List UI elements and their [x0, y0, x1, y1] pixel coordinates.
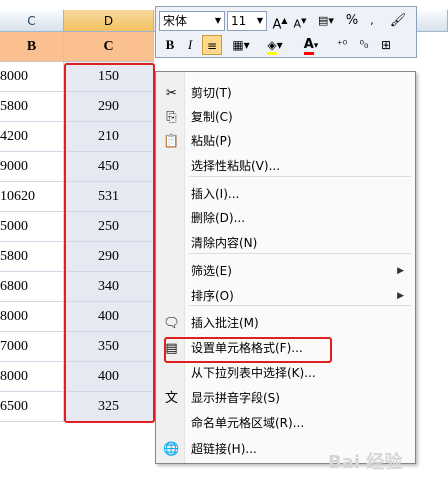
menu-separator	[189, 305, 411, 306]
phonetic-icon: 文	[164, 391, 178, 406]
column-header-c[interactable]: C	[0, 10, 64, 32]
align-center-icon[interactable]: ≡	[202, 35, 222, 55]
menu-item-label: 筛选(E)	[191, 264, 232, 278]
format-painter-icon[interactable]: 🖌	[388, 11, 408, 31]
scissors-icon: ✂	[166, 86, 177, 101]
submenu-arrow-icon: ▶	[397, 266, 404, 276]
cell-b-row-12[interactable]: 6500	[0, 392, 64, 422]
currency-format-icon[interactable]: ▤▾	[313, 11, 339, 31]
increase-decimal-icon[interactable]: ⁺⁰	[332, 35, 352, 55]
cell-b-row-5[interactable]: 10620	[0, 182, 64, 212]
menu-item-label: 插入(I)...	[191, 187, 240, 201]
menu-item-label: 命名单元格区域(R)...	[191, 416, 305, 430]
grow-font-icon[interactable]: A▲	[270, 11, 290, 32]
menu-item-label: 剪切(T)	[191, 86, 232, 100]
menu-item-label: 复制(C)	[191, 110, 233, 124]
menu-item-10[interactable]: 🗨 插入批注(M)	[158, 312, 414, 335]
comment-icon: 🗨	[163, 316, 180, 331]
context-menu: ✂ 剪切(T) ⎘ 复制(C) 📋 粘贴(P) 选择性粘贴(V)... 插入(I)... 删除(…	[155, 71, 416, 464]
shrink-font-icon[interactable]: A▼	[290, 11, 310, 31]
cell-b-row-8[interactable]: 6800	[0, 272, 64, 302]
hyperlink-icon: 🌐	[163, 442, 180, 457]
header-cell-b[interactable]: B	[0, 32, 64, 62]
fill-color-icon[interactable]: ◈▾	[260, 35, 290, 55]
menu-item-6[interactable]: 删除(D)...	[158, 207, 414, 230]
menu-item-label: 选择性粘贴(V)...	[191, 159, 281, 173]
menu-item-2[interactable]: ⎘ 复制(C)	[158, 106, 414, 129]
watermark: Bai 经验	[328, 452, 403, 473]
cell-b-row-9[interactable]: 8000	[0, 302, 64, 332]
italic-button[interactable]: I	[180, 35, 200, 55]
selection-highlight	[64, 63, 155, 423]
percent-button[interactable]: %	[342, 11, 362, 31]
font-name-value: 宋体	[163, 14, 188, 28]
font-size-box[interactable]: 11 ▼	[227, 11, 267, 31]
menu-item-4[interactable]: 选择性粘贴(V)...	[158, 155, 414, 178]
menu-separator	[189, 176, 411, 177]
format-cells-highlight	[164, 337, 332, 363]
menu-item-label: 从下拉列表中选择(K)...	[191, 366, 316, 380]
cell-b-row-1[interactable]: 8000	[0, 62, 64, 92]
menu-item-3[interactable]: 📋 粘贴(P)	[158, 130, 414, 153]
font-name-box[interactable]: 宋体 ▼	[159, 11, 225, 31]
borders-icon[interactable]: ▦▾	[226, 35, 256, 55]
menu-item-label: 粘贴(P)	[191, 134, 232, 148]
font-color-icon[interactable]: A▾	[296, 35, 326, 55]
menu-item-label: 清除内容(N)	[191, 236, 258, 250]
cell-b-row-4[interactable]: 9000	[0, 152, 64, 182]
menu-item-1[interactable]: ✂ 剪切(T)	[158, 82, 414, 105]
cell-b-row-6[interactable]: 5000	[0, 212, 64, 242]
chevron-down-icon: ▼	[256, 16, 263, 25]
cell-b-row-3[interactable]: 4200	[0, 122, 64, 152]
paste-icon: 📋	[163, 134, 180, 149]
menu-item-8[interactable]: 筛选(E) ▶	[158, 260, 414, 283]
column-header-d[interactable]: D	[64, 10, 154, 32]
cell-b-row-2[interactable]: 5800	[0, 92, 64, 122]
menu-separator	[189, 253, 411, 254]
menu-item-13[interactable]: 文显示拼音字段(S)	[158, 387, 414, 410]
font-size-value: 11	[231, 14, 247, 28]
chevron-down-icon: ▼	[214, 16, 221, 25]
comma-style-icon[interactable]: ,	[362, 11, 382, 31]
header-cell-c[interactable]: C	[64, 32, 154, 62]
menu-item-label: 超链接(H)...	[191, 442, 257, 456]
menu-item-12[interactable]: 从下拉列表中选择(K)...	[158, 362, 414, 385]
cell-b-row-11[interactable]: 8000	[0, 362, 64, 392]
menu-item-5[interactable]: 插入(I)...	[158, 183, 414, 206]
mini-toolbar: 宋体 ▼ 11 ▼ A▲ A▼ ▤▾ % , 🖌 B I ≡ ▦▾ ◈▾ A▾ …	[155, 6, 417, 58]
copy-icon: ⎘	[166, 110, 177, 125]
cell-b-row-10[interactable]: 7000	[0, 332, 64, 362]
cell-b-row-7[interactable]: 5800	[0, 242, 64, 272]
decrease-decimal-icon[interactable]: ⁰₀	[354, 35, 374, 55]
merge-center-icon[interactable]: ⊞	[376, 35, 396, 55]
bold-button[interactable]: B	[160, 35, 180, 55]
menu-item-label: 插入批注(M)	[191, 316, 259, 330]
menu-item-label: 显示拼音字段(S)	[191, 391, 280, 405]
menu-item-label: 删除(D)...	[191, 211, 246, 225]
menu-item-14[interactable]: 命名单元格区域(R)...	[158, 412, 414, 435]
menu-item-7[interactable]: 清除内容(N)	[158, 232, 414, 255]
